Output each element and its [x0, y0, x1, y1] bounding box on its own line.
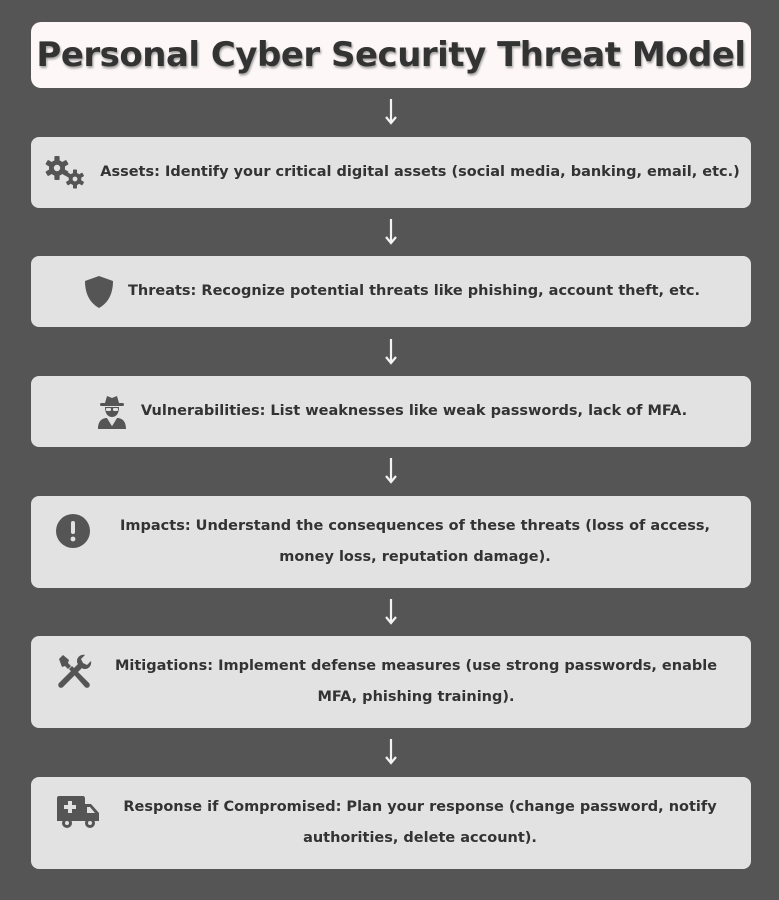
arrow-down-icon — [385, 219, 397, 245]
flow-arrow — [381, 598, 401, 626]
step-threats: Threats: Recognize potential threats lik… — [31, 256, 751, 327]
arrow-down-icon — [385, 458, 397, 484]
step-text: Response if Compromised: Plan your respo… — [123, 799, 717, 846]
step-response: Response if Compromised: Plan your respo… — [31, 777, 751, 869]
arrow-down-icon — [385, 99, 397, 125]
step-mitigations: Mitigations: Implement defense measures … — [31, 636, 751, 728]
step-impacts: Impacts: Understand the consequences of … — [31, 496, 751, 588]
flow-arrow — [381, 218, 401, 246]
shield-icon — [82, 274, 116, 310]
step-text: Mitigations: Implement defense measures … — [114, 658, 718, 705]
cogs-icon — [42, 154, 88, 192]
flow-arrow — [381, 738, 401, 766]
arrow-down-icon — [385, 599, 397, 625]
arrow-down-icon — [385, 739, 397, 765]
title-box: Personal Cyber Security Threat Model — [31, 22, 751, 88]
user-secret-icon — [95, 393, 129, 431]
step-text: Threats: Recognize potential threats lik… — [128, 283, 700, 299]
step-vulnerabilities: Vulnerabilities: List weaknesses like we… — [31, 376, 751, 447]
exclamation-circle-icon — [55, 513, 91, 549]
flow-arrow — [381, 98, 401, 126]
flow-arrow — [381, 338, 401, 366]
step-text: Assets: Identify your critical digital a… — [100, 164, 740, 180]
diagram-title: Personal Cyber Security Threat Model — [36, 35, 746, 75]
arrow-down-icon — [385, 339, 397, 365]
flow-arrow — [381, 457, 401, 485]
step-assets: Assets: Identify your critical digital a… — [31, 137, 751, 208]
ambulance-icon — [55, 794, 101, 830]
step-text: Vulnerabilities: List weaknesses like we… — [140, 403, 688, 419]
tools-icon — [55, 653, 93, 691]
step-text: Impacts: Understand the consequences of … — [120, 518, 710, 565]
